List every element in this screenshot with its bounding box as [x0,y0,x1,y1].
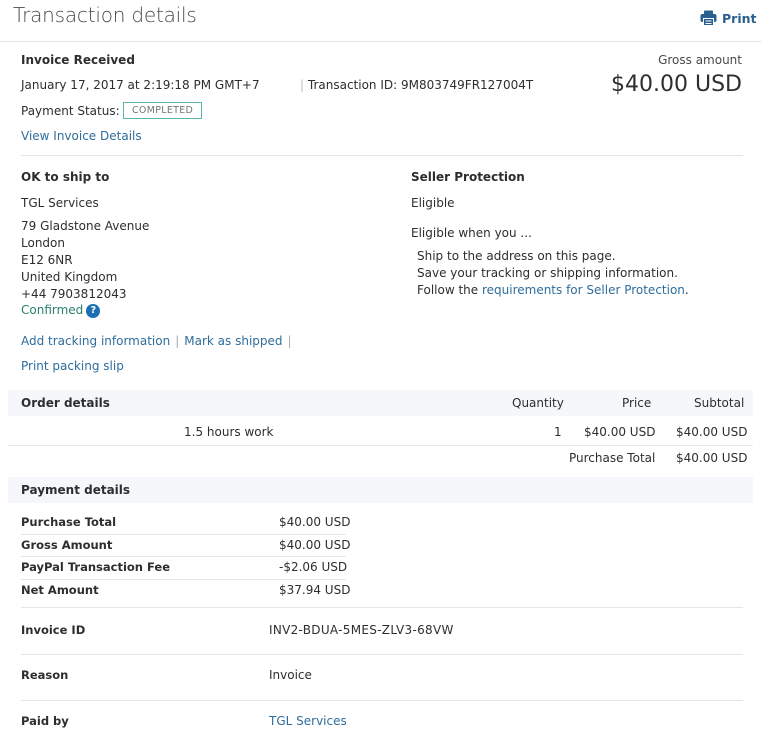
item-description: 1.5 hours work [184,425,274,439]
item-subtotal: $40.00 USD [676,425,748,439]
payment-row-label: Net Amount [21,583,99,597]
divider [21,579,346,580]
view-invoice-details-link[interactable]: View Invoice Details [21,129,142,143]
eligible-when-label: Eligible when you ... [411,226,532,240]
column-price: Price [622,396,652,410]
help-icon[interactable]: ? [86,303,101,318]
add-tracking-link[interactable]: Add tracking information [21,334,170,348]
separator: | [175,334,180,348]
gross-amount-value: $40.00 USD [611,72,742,97]
shipping-actions: Add tracking information | Mark as shipped… [21,334,297,348]
mark-as-shipped-link[interactable]: Mark as shipped [184,334,282,348]
print-label: Print [722,10,757,26]
print-packing-slip-link[interactable]: Print packing slip [21,359,124,373]
transaction-id-value: 9M803749FR127004T [401,78,534,92]
address-line: 79 Gladstone Avenue [21,219,150,233]
divider [21,700,743,701]
column-subtotal: Subtotal [694,396,745,410]
separator: | [300,78,305,92]
condition-item: Follow the requirements for Seller Prote… [417,283,689,297]
page-title: Transaction details [13,3,197,27]
transaction-id: | Transaction ID: 9M803749FR127004T [300,78,533,92]
condition-item: Ship to the address on this page. [417,249,616,263]
gross-amount-label: Gross amount [658,53,742,67]
payment-row-label: Gross Amount [21,538,113,552]
status-badge: COMPLETED [123,102,203,119]
payment-row-value: $40.00 USD [279,538,351,552]
payment-row-label: PayPal Transaction Fee [21,560,170,574]
divider [21,607,743,608]
print-button[interactable]: Print [700,10,757,26]
seller-protection-status: Eligible [411,196,455,210]
header-divider [0,41,761,42]
payment-status-label: Payment Status: [21,104,120,118]
column-quantity: Quantity [512,396,564,410]
payment-row-value: -$2.06 USD [279,560,348,574]
paid-by-label: Paid by [21,714,69,728]
purchase-total-label: Purchase Total [569,451,656,465]
seller-protection-requirements-link[interactable]: requirements for Seller Protection [482,283,685,297]
invoice-id-label: Invoice ID [21,623,86,637]
reason-value: Invoice [269,668,312,682]
ship-to-heading: OK to ship to [21,170,110,184]
ship-to-name: TGL Services [21,196,99,210]
follow-prefix: Follow the [417,283,482,297]
payment-row-value: $40.00 USD [279,515,351,529]
item-quantity: 1 [554,425,562,439]
divider [21,534,346,535]
divider [21,654,743,655]
follow-suffix: . [684,283,689,297]
paid-by-link[interactable]: TGL Services [269,714,347,728]
payment-row-value: $37.94 USD [279,583,351,597]
phone-number: +44 7903812043 [21,287,127,301]
address-confirmed: Confirmed? [21,303,101,318]
confirmed-label: Confirmed [21,303,84,317]
invoice-id-value: INV2-BDUA-5MES-ZLV3-68VW [269,623,454,637]
reason-label: Reason [21,668,69,682]
transaction-id-label: Transaction ID: [307,78,398,92]
payment-row-label: Purchase Total [21,515,117,529]
address-line: United Kingdom [21,270,118,284]
item-price: $40.00 USD [584,425,656,439]
payment-details-heading: Payment details [21,483,131,497]
order-details-heading: Order details [21,396,110,410]
divider [21,155,743,156]
separator: | [287,334,292,348]
condition-item: Save your tracking or shipping informati… [417,266,678,280]
address-line: London [21,236,65,250]
divider [8,445,753,446]
transaction-datetime: January 17, 2017 at 2:19:18 PM GMT+7 [21,78,260,92]
address-line: E12 6NR [21,253,73,267]
divider [21,556,346,557]
seller-protection-heading: Seller Protection [411,170,525,184]
printer-icon [700,10,717,26]
purchase-total-value: $40.00 USD [676,451,748,465]
transaction-type-heading: Invoice Received [21,53,135,67]
